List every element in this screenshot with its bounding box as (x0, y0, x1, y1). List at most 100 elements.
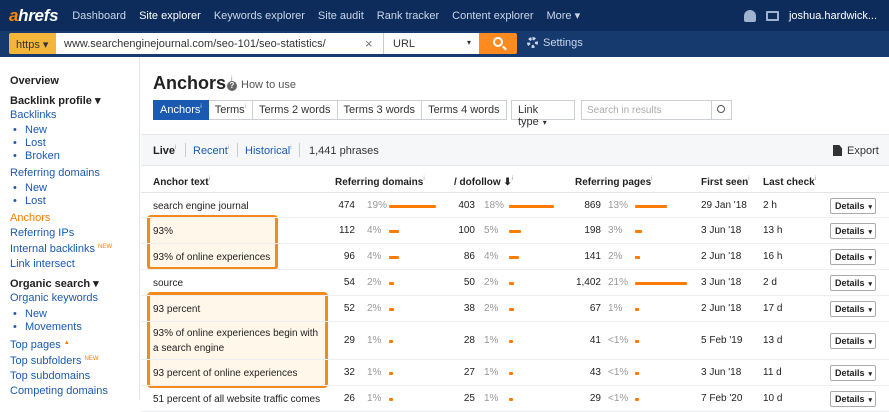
sidebar-item[interactable]: Anchors (10, 212, 50, 224)
search-results-button[interactable] (711, 100, 732, 120)
tab-terms-2-words[interactable]: Terms 2 words (253, 100, 338, 120)
nav-keywords-explorer[interactable]: Keywords explorer (214, 10, 305, 22)
first-seen-value: 3 Jun '18 (701, 225, 742, 236)
referring-domains-percent: 4% (367, 225, 382, 236)
sidebar-item[interactable]: • Lost (13, 195, 46, 207)
top-navigation: ahrefs Dashboard Site explorer Keywords … (0, 0, 889, 31)
first-seen-value: 7 Feb '20 (701, 393, 743, 404)
details-button[interactable]: Details ▾ (830, 333, 876, 349)
filter-live[interactable]: Livei (153, 145, 176, 157)
sidebar-item[interactable]: • Movements (13, 321, 82, 333)
bullet-icon: • (13, 182, 17, 194)
details-button[interactable]: Details ▾ (830, 249, 876, 265)
tab-terms-4-words[interactable]: Terms 4 words (422, 100, 507, 120)
sidebar-item[interactable]: • Broken (13, 150, 60, 162)
details-button[interactable]: Details ▾ (830, 391, 876, 407)
sidebar-item[interactable]: • New (13, 124, 48, 136)
sidebar-item[interactable]: Top subfolders NEW (10, 355, 99, 367)
sidebar-item[interactable]: Link intersect (10, 258, 75, 270)
table-row: 93% 112 4% 100 5% 198 3% 3 Jun '18 13 h Details ▾ (141, 218, 889, 244)
nav-content-explorer[interactable]: Content explorer (452, 10, 533, 22)
search-icon (493, 37, 503, 47)
referring-domains-value: 54 (343, 277, 355, 288)
tab-terms[interactable]: Termsi (208, 100, 253, 120)
sidebar-item-label: Top subfolders (10, 355, 82, 367)
sidebar-item[interactable]: • Lost (13, 137, 46, 149)
dofollow-value: 27 (463, 367, 475, 378)
nav-site-explorer[interactable]: Site explorer (139, 10, 201, 22)
user-menu[interactable]: joshua.hardwick... (789, 10, 877, 22)
filter-recent[interactable]: Recenti (193, 145, 229, 157)
referring-pages-bar (635, 205, 667, 208)
search-results-input[interactable]: Search in results (581, 100, 712, 120)
referring-pages-bar (635, 282, 687, 285)
search-bar: https ▾ www.searchenginejournal.com/seo-… (0, 31, 889, 57)
chevron-down-icon: ▾ (542, 118, 547, 127)
sidebar-item[interactable]: Overview (10, 75, 59, 87)
details-button[interactable]: Details ▾ (830, 198, 876, 214)
tab-anchors[interactable]: Anchorsi (153, 100, 209, 120)
column-referring-domains[interactable]: Referring domainsi (335, 176, 425, 188)
details-button[interactable]: Details ▾ (830, 301, 876, 317)
sidebar-item[interactable]: Organic keywords (10, 292, 98, 304)
sidebar-item[interactable]: • New (13, 308, 47, 320)
first-seen-value: 3 Jun '18 (701, 277, 742, 288)
referring-domains-value: 96 (343, 251, 355, 262)
sidebar-item[interactable]: Backlinks (10, 109, 56, 121)
sidebar-item[interactable]: Top subdomains (10, 370, 90, 382)
sidebar-item[interactable]: Organic search ▾ (10, 277, 99, 290)
details-button[interactable]: Details ▾ (830, 365, 876, 381)
nav-site-audit[interactable]: Site audit (318, 10, 364, 22)
sidebar-item[interactable]: Backlink profile ▾ (10, 94, 101, 107)
last-check-value: 17 d (763, 303, 783, 314)
monitor-icon[interactable] (765, 10, 779, 21)
protocol-select[interactable]: https ▾ (9, 33, 56, 54)
first-seen-value: 2 Jun '18 (701, 303, 742, 314)
how-to-use-link[interactable]: ? How to use (227, 79, 296, 91)
column-anchor-text[interactable]: Anchor texti (153, 176, 210, 188)
column-last-check[interactable]: Last checki (763, 176, 816, 188)
mode-select[interactable]: URL ▾ (383, 33, 479, 54)
sidebar-item[interactable]: Competing domains (10, 385, 108, 397)
divider (185, 143, 186, 157)
referring-pages-value: 869 (584, 200, 601, 211)
referring-domains-value: 32 (343, 367, 355, 378)
link-type-dropdown[interactable]: Link type ▾ (511, 100, 575, 128)
column-dofollow[interactable]: / dofollow ⬇i (454, 176, 513, 188)
details-button[interactable]: Details ▾ (830, 223, 876, 239)
nav-dashboard[interactable]: Dashboard (72, 10, 126, 22)
sidebar-item[interactable]: Internal backlinks NEW (10, 243, 112, 255)
dofollow-percent: 2% (484, 303, 499, 314)
sidebar-item[interactable]: Referring IPs (10, 227, 74, 239)
export-button[interactable]: Export (833, 145, 879, 157)
details-label: Details (835, 304, 865, 314)
page-title: Anchors i (153, 73, 233, 93)
sidebar-item-label: Link intersect (10, 258, 75, 270)
nav-rank-tracker[interactable]: Rank tracker (377, 10, 439, 22)
details-button[interactable]: Details ▾ (830, 275, 876, 291)
settings-button[interactable]: Settings (527, 37, 583, 49)
sidebar-item-label: New (25, 124, 48, 136)
referring-pages-percent: 2% (608, 251, 623, 262)
search-button[interactable] (479, 33, 517, 54)
sidebar-item-label: Competing domains (10, 385, 108, 397)
new-badge: ▲ (63, 340, 70, 346)
sidebar-item[interactable]: • New (13, 182, 47, 194)
sidebar-item[interactable]: Top pages ▲ (10, 339, 70, 351)
bell-icon[interactable] (743, 9, 756, 22)
tab-terms-3-words[interactable]: Terms 3 words (337, 100, 423, 120)
table-row: 93% of online experiences begin with a s… (141, 322, 889, 360)
column-referring-pages[interactable]: Referring pagesi (575, 176, 652, 188)
sidebar-item[interactable]: Referring domains (10, 167, 100, 179)
ahrefs-logo[interactable]: ahrefs (9, 6, 59, 26)
sidebar-item-label: Top subdomains (10, 370, 91, 382)
referring-pages-value: 67 (589, 303, 601, 314)
url-input[interactable]: www.searchenginejournal.com/seo-101/seo-… (56, 33, 383, 54)
column-first-seen[interactable]: First seeni (701, 176, 750, 188)
first-seen-value: 3 Jun '18 (701, 367, 742, 378)
filter-historical[interactable]: Historicali (245, 145, 292, 157)
nav-more[interactable]: More ▾ (546, 9, 580, 22)
referring-pages-bar (635, 308, 639, 311)
dofollow-bar (509, 230, 521, 233)
clear-icon[interactable]: × (365, 36, 373, 51)
